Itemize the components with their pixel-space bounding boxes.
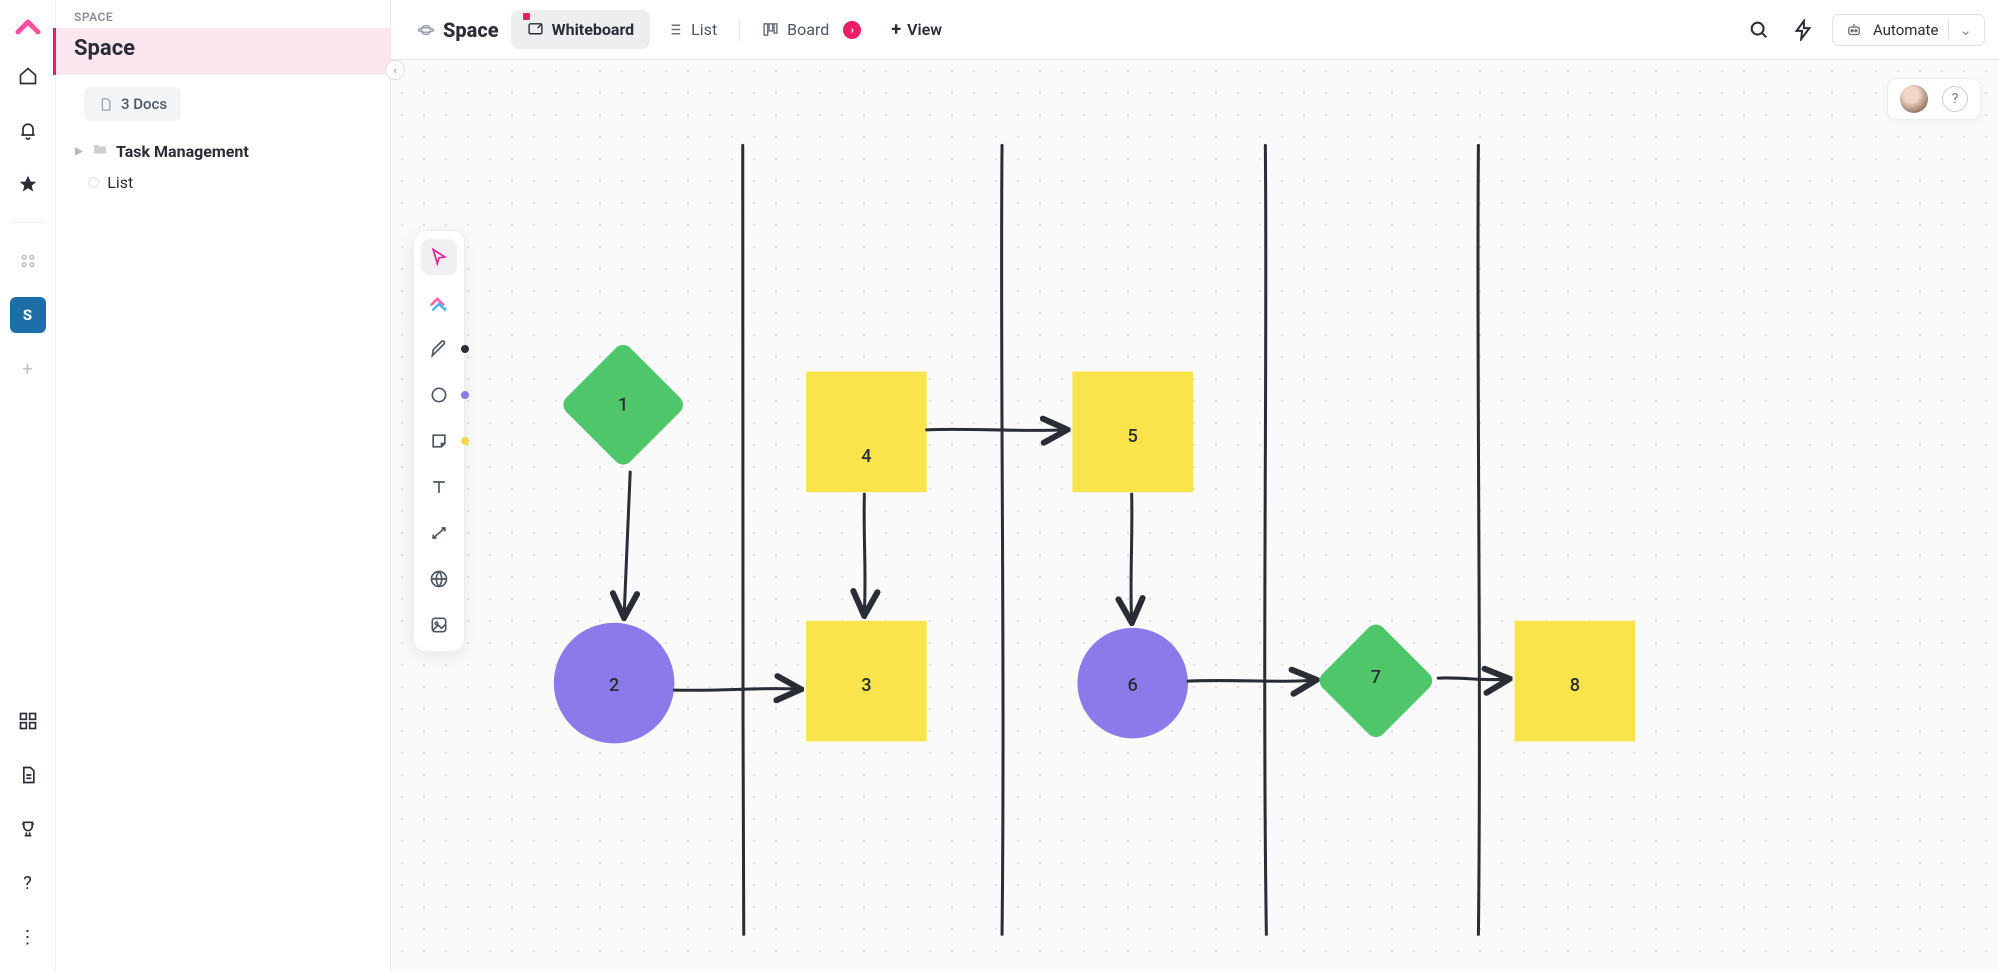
svg-text:4: 4 — [861, 446, 871, 467]
shape-n2[interactable]: 2 — [554, 623, 675, 744]
grid-icon[interactable] — [10, 703, 46, 739]
image-tool[interactable] — [421, 607, 457, 643]
space-title[interactable]: Space — [53, 28, 390, 75]
space-badge[interactable]: S — [10, 297, 46, 333]
doc-icon — [98, 97, 113, 112]
tree-item-task-mgmt[interactable]: ▶ Task Management — [70, 135, 376, 167]
svg-text:5: 5 — [1128, 426, 1138, 447]
canvas-overlay: ? — [1887, 78, 1981, 120]
pen-tool[interactable] — [421, 331, 457, 367]
robot-icon — [1845, 21, 1863, 39]
whiteboard-icon — [527, 21, 544, 38]
bell-icon[interactable] — [10, 112, 46, 148]
text-tool[interactable] — [421, 469, 457, 505]
conn-6-7[interactable] — [1188, 680, 1314, 681]
rail-divider — [14, 222, 42, 223]
tree-label: Task Management — [116, 142, 249, 161]
shape-n3[interactable]: 3 — [806, 621, 927, 742]
svg-text:7: 7 — [1371, 667, 1381, 688]
pin-icon — [523, 13, 530, 20]
list-dot-icon: ◯ — [88, 177, 99, 188]
planet-icon — [417, 21, 435, 39]
shape-n6[interactable]: 6 — [1077, 628, 1188, 739]
conn-4-5[interactable] — [927, 429, 1065, 430]
svg-text:1: 1 — [618, 395, 628, 416]
conn-7-8[interactable] — [1438, 678, 1506, 680]
list-icon — [666, 21, 683, 38]
svg-text:3: 3 — [861, 675, 871, 696]
shape-n4[interactable]: 4 — [806, 372, 927, 493]
doc-icon[interactable] — [10, 757, 46, 793]
view-tabs: Whiteboard List Board › + View — [511, 9, 956, 50]
clickup-tool[interactable]: + — [421, 285, 457, 321]
caret-icon: ▶ — [74, 146, 84, 157]
connector-tool[interactable] — [421, 515, 457, 551]
more-icon[interactable]: ⋮ — [10, 919, 46, 955]
conn-5-6[interactable] — [1131, 494, 1132, 620]
svg-text:+: + — [443, 304, 448, 313]
chevron-down-icon: ⌄ — [1948, 21, 1972, 39]
add-icon[interactable]: + — [10, 351, 46, 387]
conn-1-2[interactable] — [624, 472, 630, 615]
topbar: Space Whiteboard List Board › — [391, 0, 1999, 60]
web-tool[interactable] — [421, 561, 457, 597]
add-view-button[interactable]: + View — [877, 9, 956, 50]
brand-logo[interactable] — [14, 12, 42, 40]
cursor-tool[interactable] — [421, 239, 457, 275]
shape-n7[interactable]: 7 — [1315, 620, 1436, 741]
sidebar-tree: ▶ Task Management ◯ List — [56, 133, 390, 200]
tab-whiteboard[interactable]: Whiteboard — [511, 10, 651, 49]
tab-list[interactable]: List — [650, 10, 733, 49]
shape-n1[interactable]: 1 — [559, 341, 687, 469]
whiteboard-canvas[interactable]: ? + — [391, 60, 1999, 971]
shape-n8[interactable]: 8 — [1515, 621, 1636, 742]
star-icon[interactable] — [10, 166, 46, 202]
overlay-help[interactable]: ? — [1942, 86, 1968, 112]
tree-label: List — [107, 173, 133, 192]
shape-swatch — [461, 391, 469, 399]
shape-n5[interactable]: 5 — [1072, 372, 1193, 493]
docs-label: 3 Docs — [121, 95, 167, 113]
conn-4-3[interactable] — [864, 494, 865, 613]
avatar[interactable] — [1900, 85, 1928, 113]
board-icon — [762, 21, 779, 38]
sidebar-label: SPACE — [56, 0, 390, 28]
sticky-tool[interactable] — [421, 423, 457, 459]
apps-icon[interactable] — [10, 243, 46, 279]
docs-pill[interactable]: 3 Docs — [84, 87, 181, 121]
plus-icon: + — [891, 19, 901, 40]
svg-text:6: 6 — [1128, 675, 1138, 696]
tool-palette: + — [413, 230, 465, 652]
bolt-icon[interactable] — [1788, 15, 1818, 45]
sticky-swatch — [461, 437, 469, 445]
board-svg: 1 4 5 2 — [391, 60, 1999, 971]
tree-item-list[interactable]: ◯ List — [70, 167, 376, 198]
icon-rail: S + ? ⋮ — [0, 0, 56, 971]
help-icon[interactable]: ? — [10, 865, 46, 901]
pen-swatch — [461, 345, 469, 353]
conn-2-3[interactable] — [674, 689, 798, 691]
board-badge: › — [843, 21, 861, 39]
shape-tool[interactable] — [421, 377, 457, 413]
tab-board[interactable]: Board › — [746, 10, 877, 49]
automate-button[interactable]: Automate ⌄ — [1832, 14, 1985, 46]
sidebar-collapse[interactable]: ‹ — [385, 60, 405, 80]
svg-text:8: 8 — [1570, 675, 1580, 696]
svg-text:2: 2 — [609, 675, 619, 696]
trophy-icon[interactable] — [10, 811, 46, 847]
sidebar: SPACE Space 3 Docs ▶ Task Management ◯ L… — [56, 0, 391, 971]
folder-icon — [92, 141, 108, 161]
search-icon[interactable] — [1744, 15, 1774, 45]
breadcrumb[interactable]: Space — [405, 18, 511, 42]
tab-separator — [739, 19, 740, 41]
main: Space Whiteboard List Board › — [391, 0, 1999, 971]
home-icon[interactable] — [10, 58, 46, 94]
